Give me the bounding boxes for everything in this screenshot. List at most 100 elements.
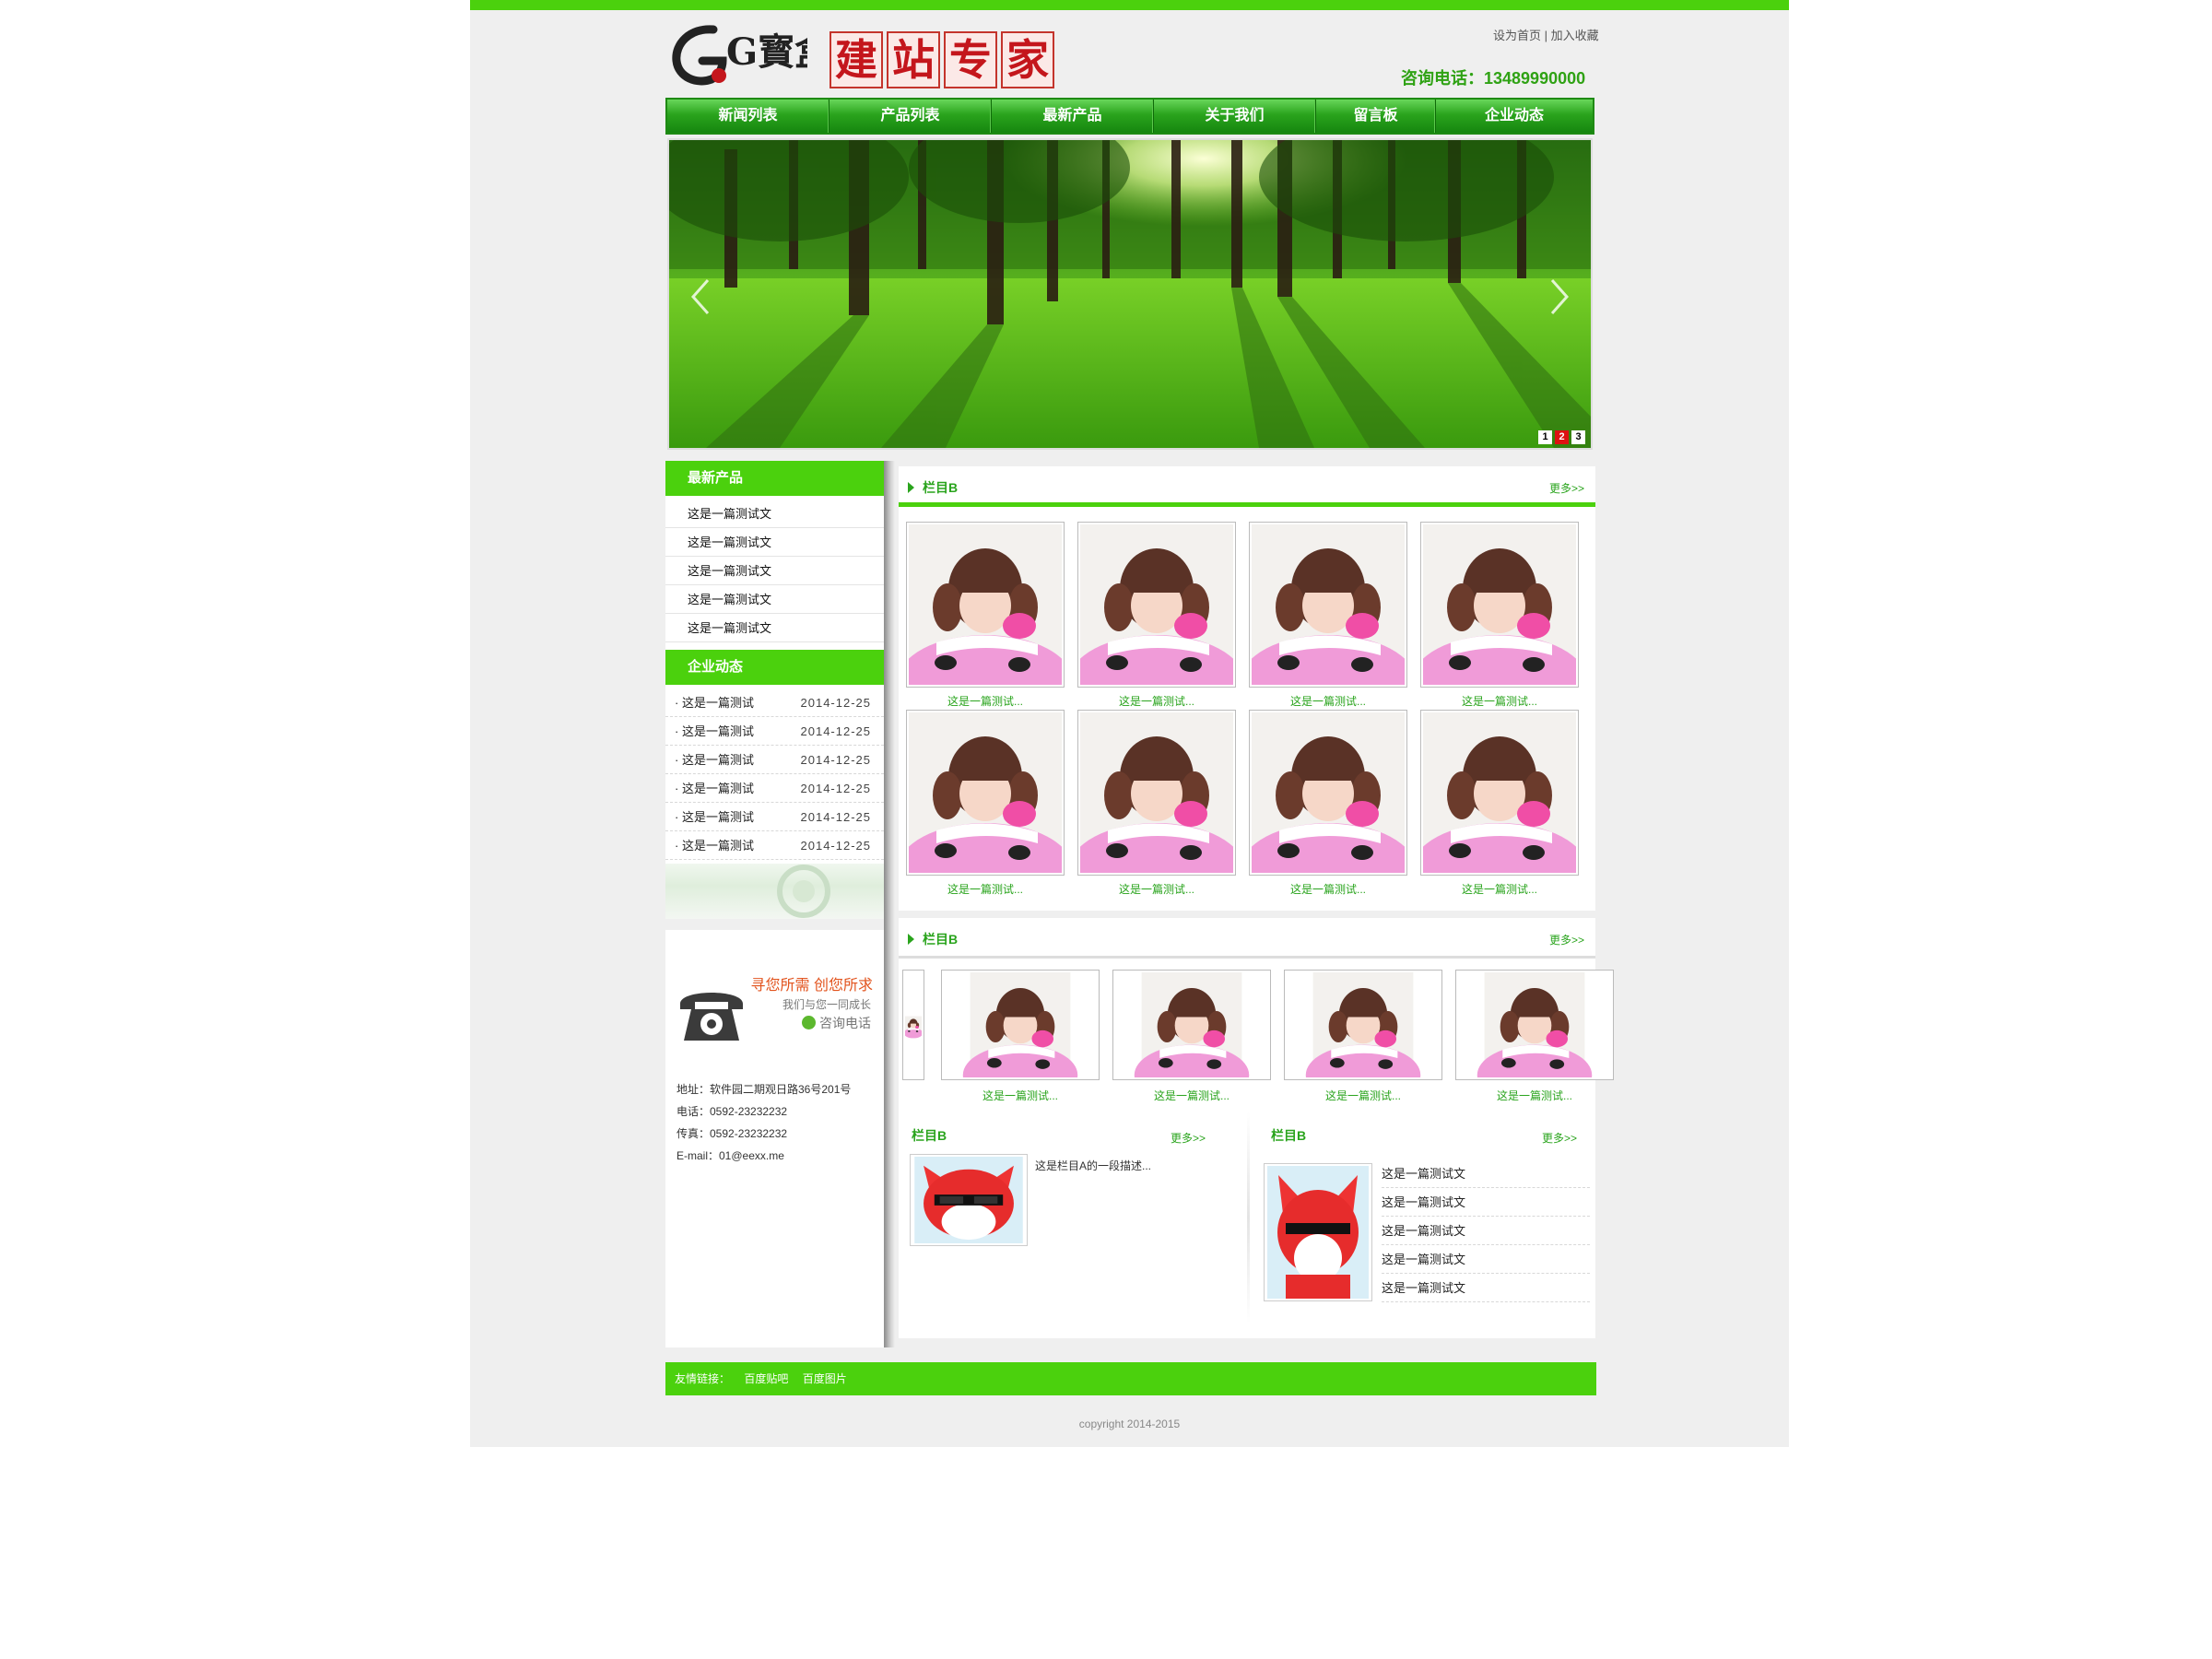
news-item[interactable]: · 这是一篇测试 2014-12-25 [665, 774, 884, 803]
product-thumbnail[interactable] [1249, 710, 1407, 876]
product-thumbnail[interactable] [1249, 522, 1407, 688]
copyright-text: copyright 2014-2015 [1078, 1418, 1181, 1430]
friend-link[interactable]: 百度贴吧 [744, 1372, 788, 1385]
phone-badge-icon [802, 1016, 816, 1030]
nav-item-about-us[interactable]: 关于我们 [1154, 100, 1316, 133]
product-thumbnail[interactable] [906, 710, 1065, 876]
nav-item-guestbook[interactable]: 留言板 [1316, 100, 1436, 133]
nav-item-latest-products[interactable]: 最新产品 [992, 100, 1154, 133]
product-thumbnail[interactable] [1420, 522, 1579, 688]
product-caption[interactable]: 这是一篇测试... [906, 881, 1065, 897]
girl-photo-image [909, 712, 1062, 873]
section-products-grid: 栏目B 更多>> 这是一篇测试... 这是一篇测试... 这是一篇测试... 这是一篇… [899, 466, 1595, 911]
banner-slider[interactable]: 1 2 3 [667, 138, 1593, 450]
chevron-left-icon [690, 279, 710, 314]
carousel-caption[interactable]: 这是一篇测试... [1112, 1088, 1271, 1103]
banner-dot-active[interactable]: 2 [1555, 430, 1569, 444]
product-thumbnail[interactable] [906, 522, 1065, 688]
banner-prev-arrow[interactable] [682, 269, 719, 324]
product-thumbnail[interactable] [1077, 522, 1236, 688]
contact-phone: 电话：0592-23232232 [677, 1105, 788, 1118]
subsection-left-more-link[interactable]: 更多>> [1171, 1130, 1206, 1146]
section-header: 栏目B 更多>> [899, 466, 1595, 507]
product-caption[interactable]: 这是一篇测试... [1420, 881, 1579, 897]
carousel-caption[interactable]: 这是一篇测试... [1455, 1088, 1614, 1103]
product-thumbnail[interactable] [1420, 710, 1579, 876]
girl-photo-image [1252, 524, 1405, 685]
list-item[interactable]: 这是一篇测试文 [1382, 1217, 1590, 1245]
list-item[interactable]: 这是一篇测试文 [665, 585, 884, 614]
set-homepage-link[interactable]: 设为首页 [1493, 29, 1541, 42]
more-link[interactable]: 更多>> [1549, 480, 1584, 496]
nav-item-product-list[interactable]: 产品列表 [830, 100, 992, 133]
site-logo[interactable]: G寳盒 建 站 专 家 [669, 18, 1056, 90]
logo-seal-char: 站 [887, 31, 940, 88]
product-caption[interactable]: 这是一篇测试... [1420, 693, 1579, 709]
section-title: 栏目B [923, 480, 959, 495]
sidebar-decoration [665, 864, 884, 919]
list-item[interactable]: 这是一篇测试文 [1382, 1188, 1590, 1217]
banner-dot[interactable]: 1 [1538, 430, 1552, 444]
girl-photo-image [1080, 524, 1233, 685]
list-item[interactable]: 这是一篇测试文 [665, 557, 884, 585]
list-item[interactable]: 这是一篇测试文 [665, 614, 884, 642]
carousel-thumbnail[interactable] [1284, 970, 1442, 1080]
company-news-list: · 这是一篇测试 2014-12-25 · 这是一篇测试 2014-12-25 · … [665, 685, 884, 860]
contact-subslogan: 我们与您一同成长 [782, 998, 871, 1011]
fox-portrait-thumbnail[interactable] [1264, 1163, 1372, 1301]
contact-banner: 寻您所需 创您所求 我们与您一同成长 咨询电话 [665, 945, 884, 1055]
list-item[interactable]: 这是一篇测试文 [1382, 1245, 1590, 1274]
more-link[interactable]: 更多>> [1549, 932, 1584, 947]
section-bottom: 栏目B 更多>> 这是一篇测试... 这是一篇测试... 这是一篇测试... 这是一篇… [899, 918, 1614, 1338]
carousel-partial-thumbnail[interactable] [902, 970, 924, 1080]
company-news-heading: 企业动态 [665, 650, 884, 685]
banner-dot[interactable]: 3 [1571, 430, 1585, 444]
news-date: 2014-12-25 [800, 782, 871, 795]
product-thumbnail[interactable] [1077, 710, 1236, 876]
girl-photo-image [962, 972, 1078, 1077]
news-title: 这是一篇测试 [681, 753, 754, 767]
news-item[interactable]: · 这是一篇测试 2014-12-25 [665, 831, 884, 860]
carousel-thumbnail[interactable] [1112, 970, 1271, 1080]
product-caption[interactable]: 这是一篇测试... [1249, 693, 1407, 709]
nav-item-company-news[interactable]: 企业动态 [1436, 100, 1593, 133]
product-caption[interactable]: 这是一篇测试... [1077, 881, 1236, 897]
news-item[interactable]: · 这是一篇测试 2014-12-25 [665, 746, 884, 774]
news-title: 这是一篇测试 [681, 839, 754, 853]
list-item[interactable]: 这是一篇测试文 [1382, 1159, 1590, 1188]
add-favorite-link[interactable]: 加入收藏 [1551, 29, 1599, 42]
girl-photo-image [905, 1016, 922, 1039]
girl-photo-image [1134, 972, 1250, 1077]
carousel-thumbnail[interactable] [1455, 970, 1614, 1080]
product-caption[interactable]: 这是一篇测试... [1077, 693, 1236, 709]
carousel-thumbnail[interactable] [941, 970, 1100, 1080]
news-date: 2014-12-25 [800, 810, 871, 824]
fox-portrait-image [1267, 1166, 1369, 1299]
list-item[interactable]: 这是一篇测试文 [665, 528, 884, 557]
latest-products-heading: 最新产品 [665, 461, 884, 496]
product-caption[interactable]: 这是一篇测试... [1249, 881, 1407, 897]
news-title: 这是一篇测试 [681, 782, 754, 795]
subsection-right-more-link[interactable]: 更多>> [1542, 1130, 1577, 1146]
news-item[interactable]: · 这是一篇测试 2014-12-25 [665, 803, 884, 831]
girl-photo-image [1252, 712, 1405, 873]
left-sidebar: 最新产品 这是一篇测试文 这是一篇测试文 这是一篇测试文 这是一篇测试文 这是一… [665, 461, 884, 1347]
carousel-caption[interactable]: 这是一篇测试... [941, 1088, 1100, 1103]
list-item[interactable]: 这是一篇测试文 [665, 500, 884, 528]
banner-next-arrow[interactable] [1541, 269, 1578, 324]
news-item[interactable]: · 这是一篇测试 2014-12-25 [665, 717, 884, 746]
carousel-caption[interactable]: 这是一篇测试... [1284, 1088, 1442, 1103]
subsection-left-description: 这是栏目A的一段描述... [1035, 1159, 1152, 1172]
news-item[interactable]: · 这是一篇测试 2014-12-25 [665, 688, 884, 717]
contact-info: 地址：软件园二期观日路36号201号 电话：0592-23232232 传真：0… [677, 1078, 851, 1167]
consult-phone-label: 咨询电话 [802, 1014, 871, 1032]
section-title: 栏目B [923, 932, 959, 947]
product-caption[interactable]: 这是一篇测试... [906, 693, 1065, 709]
fox-thumbnail[interactable] [910, 1154, 1028, 1246]
list-item[interactable]: 这是一篇测试文 [1382, 1274, 1590, 1302]
nav-item-news-list[interactable]: 新闻列表 [667, 100, 830, 133]
friend-link[interactable]: 百度图片 [803, 1372, 847, 1385]
top-links: 设为首页 | 加入收藏 [1493, 26, 1599, 43]
section-header: 栏目B 更多>> [899, 918, 1595, 959]
contact-fax: 传真：0592-23232232 [677, 1127, 788, 1140]
